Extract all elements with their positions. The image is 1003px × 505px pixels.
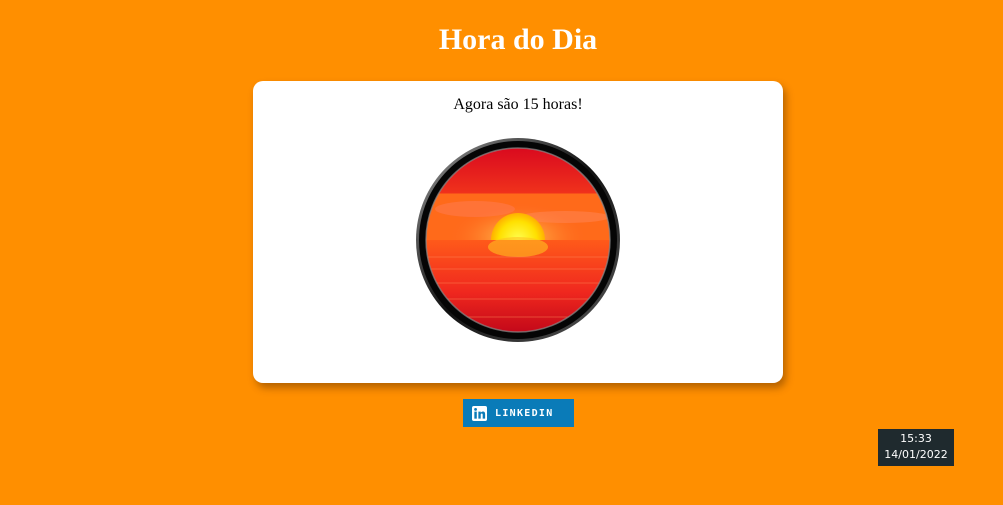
page-title: Hora do Dia: [438, 23, 598, 56]
sunset-image: [416, 138, 620, 342]
clock-date: 14/01/2022: [884, 448, 948, 461]
linkedin-label: LINKEDIN: [495, 407, 554, 419]
taskbar-clock[interactable]: 15:33 14/01/2022: [878, 429, 954, 466]
clock-time: 15:33: [900, 432, 932, 445]
linkedin-icon: [472, 405, 487, 421]
time-message: Agora são 15 horas!: [453, 96, 583, 113]
linkedin-button[interactable]: LINKEDIN: [463, 399, 574, 427]
time-card: Agora são 15 horas!: [253, 81, 783, 383]
